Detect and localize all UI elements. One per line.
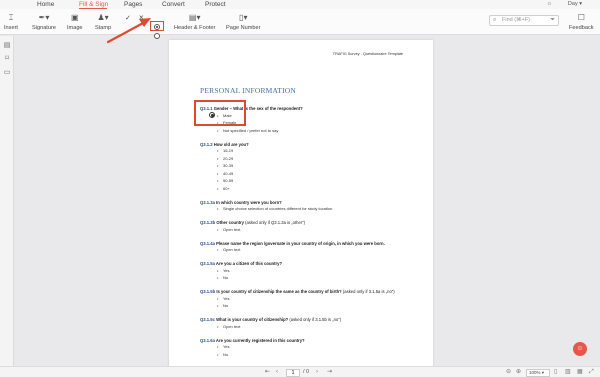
- image-icon: ▣: [70, 13, 79, 22]
- question-id: Q3.1.5c: [200, 317, 215, 322]
- answer-option: 50-59: [200, 177, 420, 185]
- question-id: Q3.1.5b: [200, 289, 216, 294]
- insert-button[interactable]: ⌶ Insert: [4, 12, 18, 31]
- tab-pages[interactable]: Pages: [124, 0, 142, 9]
- answer-option: Single choice selection of countries dif…: [200, 205, 420, 213]
- signature-button[interactable]: ✒▾ Signature: [32, 12, 56, 31]
- stamp-icon: ♟▾: [97, 13, 109, 22]
- question-text: What is your country of citizenship?: [216, 317, 289, 322]
- answer-option: Yes: [200, 343, 420, 351]
- page-number-button[interactable]: ▯▾ Page Number: [226, 12, 261, 31]
- toolbar: ⌶ Insert ✒▾ Signature ▣ Image ♟▾ Stamp ✓…: [0, 9, 600, 39]
- page-number-input[interactable]: [286, 368, 300, 377]
- question-text: Please name the region /governate in you…: [216, 240, 385, 246]
- question-note: (asked only if 3.1.5a is „no"): [341, 289, 395, 294]
- radio-unchecked-tool[interactable]: [154, 33, 160, 39]
- thumbnails-icon[interactable]: ▤: [3, 42, 11, 50]
- document-page[interactable]: TRAFIG Survey - Questionnaire Template P…: [169, 40, 433, 367]
- fullscreen-icon[interactable]: ⤢: [589, 368, 594, 377]
- question-id: Q3.1.5a: [200, 261, 215, 266]
- last-page-icon[interactable]: ⇥: [327, 368, 332, 377]
- answer-option: 20-29: [200, 155, 420, 163]
- checkmark-tool[interactable]: ✓: [125, 14, 131, 22]
- feedback-button[interactable]: ☐ Feedback: [569, 12, 594, 31]
- image-button[interactable]: ▣ Image: [67, 12, 83, 31]
- question-text: Are you a citizen of this country?: [215, 261, 282, 266]
- pen-icon: ✒▾: [38, 13, 50, 22]
- question-text: Other country: [216, 220, 244, 225]
- question-text: In which country were you born?: [216, 199, 282, 205]
- answer-option: No: [200, 302, 420, 310]
- question-id: Q3.1.2: [200, 141, 213, 147]
- answer-option: Open text: [200, 226, 420, 234]
- tab-home[interactable]: Home: [37, 0, 54, 9]
- section-title: PERSONAL INFORMATION: [200, 86, 297, 95]
- question-id: Q3.1.3b: [200, 220, 216, 225]
- answer-option: No: [200, 351, 420, 359]
- question-id: Q3.1.6a: [200, 337, 215, 343]
- stamp-button[interactable]: ♟▾ Stamp: [95, 12, 111, 31]
- search-icon: ⌕: [493, 17, 497, 23]
- answer-option: Not specified / prefer not to say: [200, 127, 420, 135]
- answer-option: 30-39: [200, 162, 420, 170]
- question-list: Q3.1.1 Gender – What is the sex of the r…: [200, 106, 420, 367]
- cross-tool[interactable]: ×: [139, 13, 144, 22]
- sun-icon: ☼: [546, 1, 553, 7]
- header-footer-icon: ▤▾: [188, 13, 201, 22]
- answer-option: 40-49: [200, 170, 420, 178]
- answer-option: Open text: [200, 323, 420, 331]
- answer-option: Open text: [200, 246, 420, 254]
- top-tab-bar: Home Fill & Sign Pages Convert Protect ☼…: [0, 0, 600, 10]
- theme-label: Day: [567, 1, 578, 7]
- comment-icon[interactable]: ▭: [3, 69, 11, 77]
- tab-protect[interactable]: Protect: [205, 0, 226, 9]
- answer-option: 16-19: [200, 147, 420, 155]
- text-cursor-icon: ⌶: [8, 13, 14, 22]
- page-number-icon: ▯▾: [239, 13, 248, 22]
- question-id: Q3.1.4a: [200, 240, 215, 246]
- bottom-bar: ⇤ ‹ / 0 › ⇥ ⊖ ⊕ 100% ▾ ▯ ▥ ▦ ⤢: [0, 366, 600, 377]
- assistant-fab[interactable]: ☺: [573, 342, 587, 356]
- question-text: How old are you?: [213, 141, 249, 147]
- answer-option: No: [200, 274, 420, 282]
- search-input[interactable]: ⌕ Find (⌘+F) ⏷: [489, 15, 559, 26]
- filter-icon[interactable]: ⏷: [550, 16, 555, 25]
- next-page-icon[interactable]: ›: [316, 368, 318, 377]
- question-text: Is your country of citizenship the same …: [216, 289, 342, 294]
- header-footer-button[interactable]: ▤▾ Header & Footer: [174, 12, 215, 31]
- question-note: (asked only if Q3.1.3a is „other"): [244, 220, 306, 225]
- answer-option: Yes: [200, 295, 420, 303]
- theme-selector[interactable]: Day ▾: [568, 0, 582, 9]
- document-header: TRAFIG Survey - Questionnaire Template: [332, 52, 403, 56]
- prev-page-icon[interactable]: ‹: [276, 368, 278, 377]
- left-sidebar: ▤ ⌑ ▭: [0, 36, 14, 366]
- toolbar-highlight-box: [150, 21, 164, 31]
- two-page-view-icon[interactable]: ▥: [565, 368, 571, 377]
- feedback-icon: ☐: [577, 13, 585, 22]
- question-text: Are you currently registered in this cou…: [215, 337, 305, 343]
- zoom-select[interactable]: 100% ▾: [526, 368, 550, 377]
- tab-convert[interactable]: Convert: [162, 0, 185, 9]
- answer-option: 60+: [200, 185, 420, 193]
- zoom-in-icon[interactable]: ⊕: [516, 368, 521, 377]
- first-page-icon[interactable]: ⇤: [265, 368, 270, 377]
- document-highlight-box: [194, 100, 246, 126]
- bookmark-icon[interactable]: ⌑: [3, 55, 11, 63]
- answer-option: Yes: [200, 267, 420, 275]
- question-id: Q3.1.3a: [200, 199, 215, 205]
- zoom-out-icon[interactable]: ⊖: [506, 368, 511, 377]
- scroll-view-icon[interactable]: ▦: [577, 368, 583, 377]
- page-total: / 0: [303, 369, 310, 375]
- single-page-view-icon[interactable]: ▯: [554, 368, 557, 377]
- assistant-icon: ☺: [576, 345, 584, 352]
- question-note: (asked only if 3.1.5b is „no"): [288, 317, 342, 322]
